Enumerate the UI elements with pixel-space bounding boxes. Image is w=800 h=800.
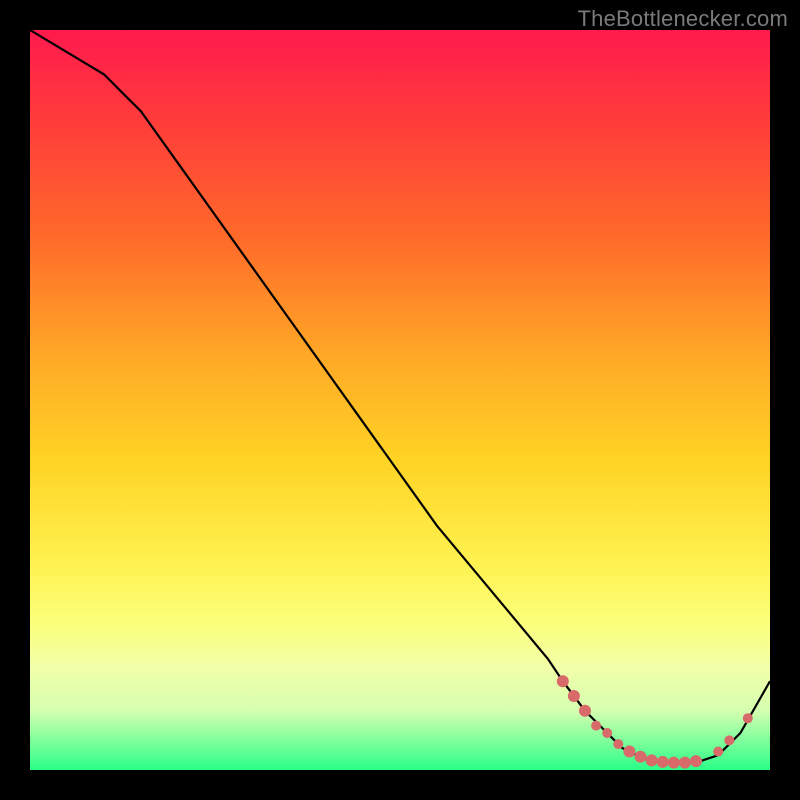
data-point xyxy=(646,754,658,766)
data-point xyxy=(679,757,691,769)
curve-line xyxy=(30,30,770,763)
data-point xyxy=(613,739,623,749)
data-point xyxy=(713,747,723,757)
data-point xyxy=(724,735,734,745)
data-point xyxy=(579,705,591,717)
chart-frame: TheBottlenecker.com xyxy=(0,0,800,800)
data-markers xyxy=(557,675,753,768)
plot-area xyxy=(30,30,770,770)
data-point xyxy=(668,757,680,769)
data-point xyxy=(743,713,753,723)
data-point xyxy=(591,721,601,731)
data-point xyxy=(568,690,580,702)
chart-svg xyxy=(30,30,770,770)
data-point xyxy=(623,746,635,758)
data-point xyxy=(657,756,669,768)
attribution-label: TheBottlenecker.com xyxy=(578,6,788,32)
data-point xyxy=(557,675,569,687)
data-point xyxy=(690,755,702,767)
data-point xyxy=(635,751,647,763)
data-point xyxy=(602,728,612,738)
